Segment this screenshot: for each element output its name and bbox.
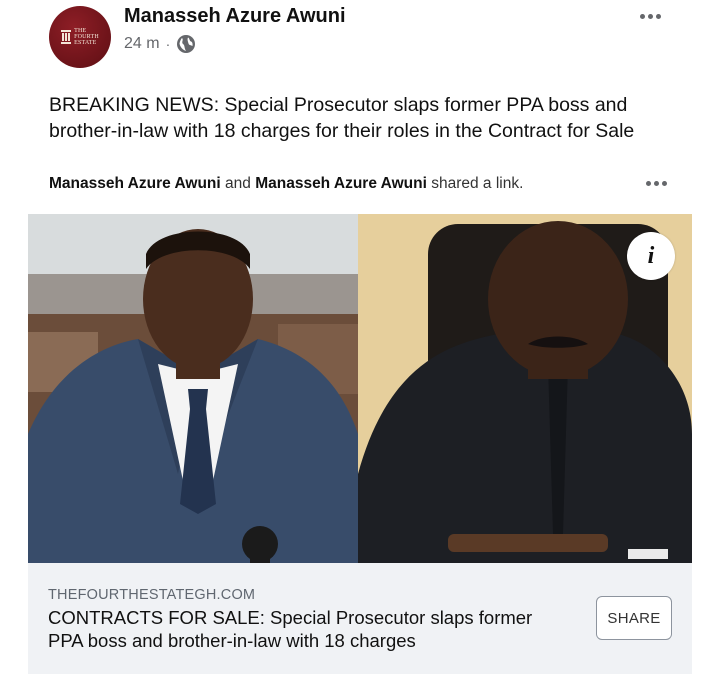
dot-icon	[655, 13, 661, 19]
dot-icon	[653, 180, 659, 186]
globe-icon	[177, 35, 196, 53]
link-preview-card[interactable]: i THEFOURTHESTATEGH.COM CONTRACTS FOR SA…	[28, 214, 692, 674]
shared-more-button[interactable]	[638, 173, 674, 193]
meta-separator: ·	[165, 36, 171, 52]
shared-attribution: Manasseh Azure Awuni and Manasseh Azure …	[49, 175, 523, 193]
timestamp[interactable]: 24 m	[124, 35, 160, 53]
dot-icon	[639, 13, 645, 19]
link-meta[interactable]: THEFOURTHESTATEGH.COM CONTRACTS FOR SALE…	[28, 563, 692, 674]
pillar-icon	[61, 30, 72, 44]
author-name[interactable]: Manasseh Azure Awuni	[124, 5, 346, 28]
shared-name-1[interactable]: Manasseh Azure Awuni	[49, 175, 221, 192]
link-domain: THEFOURTHESTATEGH.COM	[48, 587, 256, 603]
link-title[interactable]: CONTRACTS FOR SALE: Special Prosecutor s…	[48, 606, 568, 652]
fourth-estate-logo: THE FOURTH ESTATE	[61, 28, 99, 46]
dot-icon	[645, 180, 651, 186]
shared-name-2[interactable]: Manasseh Azure Awuni	[255, 175, 427, 192]
post-meta: 24 m ·	[124, 34, 196, 54]
avatar[interactable]: THE FOURTH ESTATE	[49, 6, 111, 68]
post-text: BREAKING NEWS: Special Prosecutor slaps …	[49, 94, 635, 142]
dot-icon	[661, 180, 667, 186]
shared-suffix: shared a link.	[431, 175, 524, 192]
shared-and: and	[225, 175, 251, 192]
share-button[interactable]: SHARE	[596, 596, 672, 640]
post-more-button[interactable]	[632, 6, 668, 26]
news-photo	[28, 214, 692, 563]
link-preview-image[interactable]: i	[28, 214, 692, 563]
dot-icon	[647, 13, 653, 19]
info-icon[interactable]: i	[627, 232, 675, 280]
post-header: THE FOURTH ESTATE Manasseh Azure Awuni 24 …	[0, 0, 720, 80]
